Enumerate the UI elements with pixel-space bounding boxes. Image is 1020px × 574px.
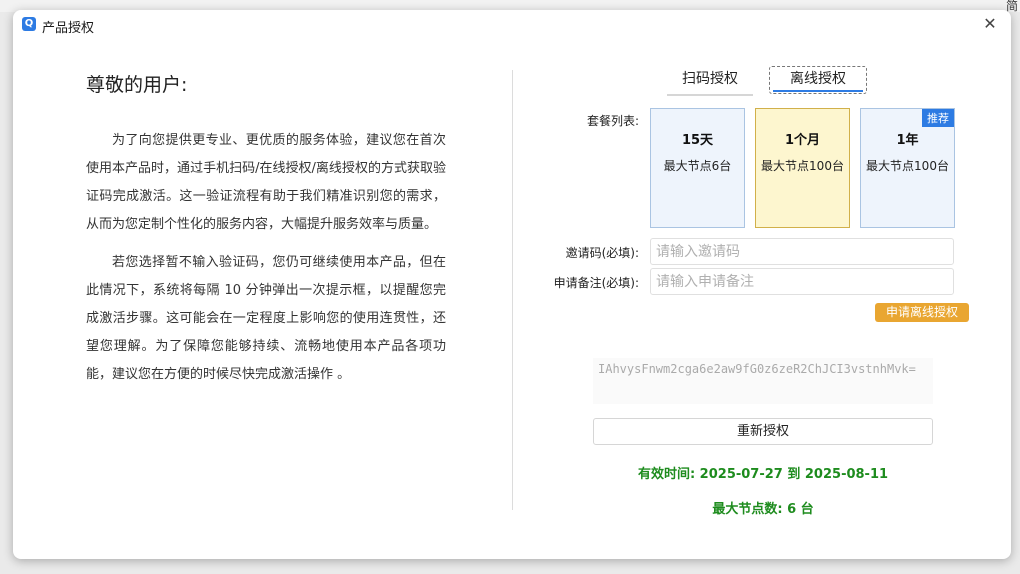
package-name: 1个月	[784, 133, 821, 148]
max-nodes-text: 最大节点数: 6 台	[712, 502, 814, 517]
recommended-badge: 推荐	[922, 109, 954, 127]
active-tab-underline	[773, 90, 863, 92]
package-card-15-days[interactable]: 15天 最大节点6台	[650, 108, 745, 228]
invite-code-label: 邀请码(必填):	[565, 246, 639, 260]
package-desc: 最大节点100台	[761, 159, 844, 173]
product-license-dialog: Q 产品授权 ✕ 尊敬的用户: 为了向您提供更专业、更优质的服务体验，建议您在首…	[13, 10, 1011, 559]
reauthorize-button[interactable]: 重新授权	[593, 418, 933, 445]
apply-offline-license-button[interactable]: 申请离线授权	[875, 303, 969, 322]
intro-paragraph-2: 若您选择暂不输入验证码，您仍可继续使用本产品，但在此情况下，系统将每隔 10 分…	[86, 255, 446, 382]
package-card-1-year[interactable]: 推荐 1年 最大节点100台	[860, 108, 955, 228]
package-name: 15天	[681, 133, 714, 148]
package-desc: 最大节点100台	[866, 159, 949, 173]
invite-code-input[interactable]	[650, 238, 954, 265]
app-icon: Q	[22, 17, 36, 31]
greeting-heading: 尊敬的用户:	[86, 74, 188, 96]
validity-period-text: 有效时间: 2025-07-27 到 2025-08-11	[637, 467, 889, 482]
intro-paragraph-1: 为了向您提供更专业、更优质的服务体验，建议您在首次使用本产品时，通过手机扫码/在…	[86, 133, 446, 232]
intro-panel: 尊敬的用户: 为了向您提供更专业、更优质的服务体验，建议您在首次使用本产品时，通…	[86, 70, 446, 399]
window-title: 产品授权	[42, 21, 95, 36]
tab-offline-label: 离线授权	[790, 71, 846, 87]
close-icon[interactable]: ✕	[979, 13, 1001, 35]
title-bar: Q 产品授权 ✕	[13, 10, 1011, 40]
package-desc: 最大节点6台	[663, 159, 732, 173]
tab-offline-license[interactable]: 离线授权	[769, 66, 867, 94]
license-code-text[interactable]: IAhvysFnwm2cga6e2aw9fG0z6zeR2ChJCI3vstnh…	[593, 358, 933, 404]
tab-scan-license[interactable]: 扫码授权	[667, 66, 753, 96]
application-note-input[interactable]	[650, 268, 954, 295]
tab-scan-label: 扫码授权	[682, 71, 738, 87]
application-note-label: 申请备注(必填):	[553, 276, 639, 290]
package-name: 1年	[896, 133, 919, 148]
package-card-1-month[interactable]: 1个月 最大节点100台	[755, 108, 850, 228]
package-list-label: 套餐列表:	[586, 114, 639, 128]
vertical-divider	[512, 70, 513, 510]
